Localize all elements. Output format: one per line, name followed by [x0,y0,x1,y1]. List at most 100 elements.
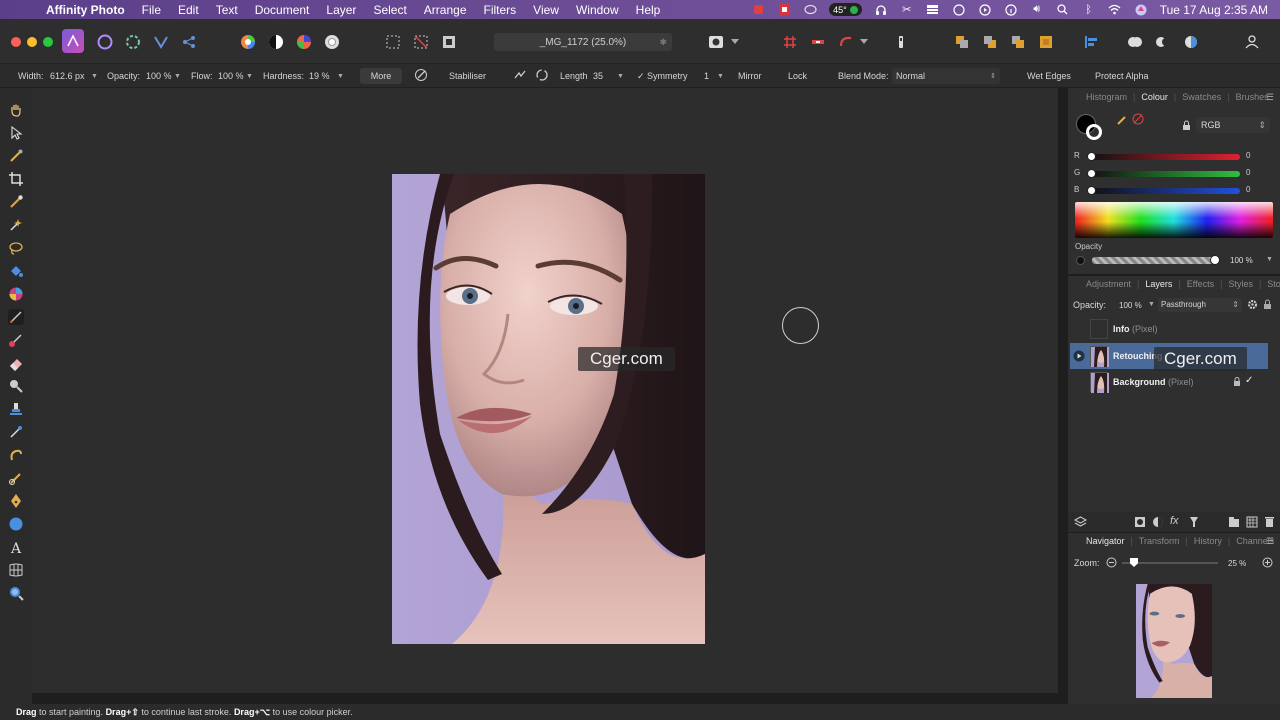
symmetry-count[interactable]: 1 [704,71,709,81]
live-filter-icon[interactable] [1188,516,1200,531]
red-track[interactable] [1090,154,1240,160]
creative-cloud-icon[interactable] [803,4,817,16]
tab-navigator[interactable]: Navigator [1086,536,1125,546]
quick-mask-dropdown-icon[interactable] [728,31,742,53]
menu-select[interactable]: Select [373,3,406,17]
width-value[interactable]: 612.6 px [50,71,85,81]
zoom-slider-knob[interactable] [1130,558,1138,567]
scissors-icon[interactable]: ✂ [900,4,914,16]
tab-effects[interactable]: Effects [1187,279,1214,289]
width-dropdown-icon[interactable]: ▼ [91,73,98,80]
minimize-window-button[interactable] [27,37,37,47]
mirror-checkbox[interactable]: Mirror [738,71,762,81]
intersect-boolean-icon[interactable] [1180,31,1202,53]
auto-colour-icon[interactable] [293,31,315,53]
red-slider[interactable]: R 0 [1074,151,1274,163]
add-boolean-icon[interactable] [1124,31,1146,53]
colour-wheel-icon[interactable] [237,31,259,53]
portrait-photo[interactable] [392,174,705,644]
fill-tool-icon[interactable] [8,263,24,279]
green-track[interactable] [1090,171,1240,177]
layer-stack-icon[interactable] [1073,516,1088,531]
snapping-dropdown-icon[interactable] [857,31,871,53]
length-value[interactable]: 35 [593,71,603,81]
move-forward-one-icon[interactable] [1007,31,1029,53]
green-value[interactable]: 0 [1246,168,1256,177]
menu-help[interactable]: Help [636,3,661,17]
assistant-icon[interactable] [890,31,912,53]
mask-layer-icon[interactable] [1134,516,1146,531]
flood-select-tool-icon[interactable] [8,217,24,233]
move-to-back-icon[interactable] [951,31,973,53]
red-value[interactable]: 0 [1246,151,1256,160]
close-window-button[interactable] [11,37,21,47]
layer-lock-icon[interactable] [1263,299,1272,313]
panel-menu-icon[interactable]: ☰ [1266,92,1274,103]
bluetooth-icon[interactable]: ᛒ [1082,4,1096,16]
zoom-window-button[interactable] [43,37,53,47]
menubar-datetime[interactable]: Tue 17 Aug 2:35 AM [1160,3,1268,17]
auto-white-balance-icon[interactable] [321,31,343,53]
tab-history[interactable]: History [1194,536,1222,546]
tab-stock[interactable]: Stock [1267,279,1280,289]
export-persona-icon[interactable] [178,31,200,53]
disk-utility-icon[interactable] [952,3,966,16]
colour-spectrum[interactable] [1075,202,1273,238]
wet-edges-checkbox[interactable]: Wet Edges [1027,71,1071,81]
eyedropper-icon[interactable] [1116,114,1128,129]
adjustment-layer-icon[interactable] [1152,516,1164,531]
brush-pressure-icon[interactable] [414,68,428,84]
flow-dropdown-icon[interactable]: ▼ [246,73,253,80]
develop-persona-icon[interactable] [150,31,172,53]
colour-replacement-tool-icon[interactable] [8,332,24,348]
tab-adjustment[interactable]: Adjustment [1086,279,1131,289]
tab-transform[interactable]: Transform [1139,536,1180,546]
force-pixel-alignment-icon[interactable] [807,31,829,53]
layer-opacity-value[interactable]: 100 % [1119,301,1142,310]
blue-value[interactable]: 0 [1246,185,1256,194]
menu-document[interactable]: Document [255,3,310,17]
colour-model-select[interactable]: RGB ⇕ [1196,117,1270,133]
quick-mask-icon[interactable] [705,31,727,53]
freehand-selection-tool-icon[interactable] [8,240,24,256]
document-title-tab[interactable]: _MG_1172 (25.0%) ✱ [494,33,672,51]
snapping-options-icon[interactable] [835,31,857,53]
volume-icon[interactable]: 🔊︎ [1030,3,1044,16]
colour-opacity-dropdown-icon[interactable]: ▼ [1266,256,1273,263]
opacity-knob[interactable] [1210,255,1220,265]
delete-layer-icon[interactable] [1264,516,1275,531]
menu-view[interactable]: View [533,3,559,17]
blur-brush-tool-icon[interactable] [8,424,24,440]
layer-visibility-checkbox[interactable]: ✓ [1245,375,1253,386]
no-colour-icon[interactable] [1132,113,1144,128]
select-all-icon[interactable] [382,31,404,53]
search-icon[interactable] [1056,4,1070,16]
zoom-value[interactable]: 25 % [1228,559,1246,568]
invert-selection-icon[interactable] [438,31,460,53]
canvas-area[interactable]: Cger.com [32,88,1058,693]
protect-alpha-checkbox[interactable]: Protect Alpha [1095,71,1149,81]
shape-tool-icon[interactable] [8,516,24,532]
selection-brush-tool-icon[interactable] [8,194,24,210]
play-icon[interactable] [978,3,992,16]
menu-edit[interactable]: Edit [178,3,199,17]
liquify-persona-icon[interactable] [122,31,144,53]
tab-styles[interactable]: Styles [1228,279,1253,289]
hardness-dropdown-icon[interactable]: ▼ [337,73,344,80]
add-pixel-layer-icon[interactable] [1246,516,1258,531]
subtract-boolean-icon[interactable] [1152,31,1174,53]
symmetry-dropdown-icon[interactable]: ▼ [717,73,724,80]
deselect-icon[interactable] [410,31,432,53]
snapping-icon[interactable] [779,31,801,53]
layer-row-info[interactable]: Info (Pixel) [1070,316,1268,342]
user-switch-icon[interactable] [1134,4,1148,16]
more-button[interactable]: More [360,68,402,84]
menu-layer[interactable]: Layer [326,3,356,17]
tab-colour[interactable]: Colour [1141,92,1168,102]
layer-blend-select[interactable]: Passthrough ⇕ [1158,298,1242,312]
layer-opacity-dropdown-icon[interactable]: ▼ [1148,301,1155,308]
gradient-tool-icon[interactable] [8,286,24,302]
move-back-one-icon[interactable] [979,31,1001,53]
info-icon[interactable] [1004,3,1018,16]
blue-slider[interactable]: B 0 [1074,185,1274,197]
